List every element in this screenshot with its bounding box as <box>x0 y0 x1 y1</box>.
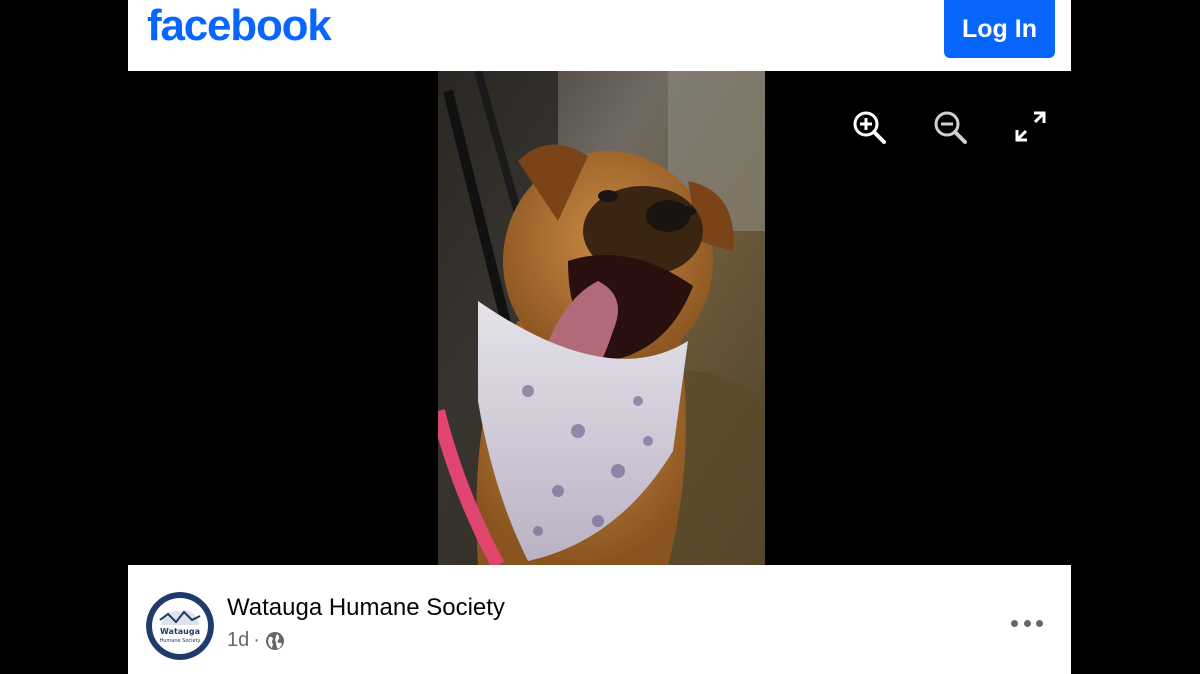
post-header: Watauga Humane Society Watauga Humane So… <box>128 565 1071 674</box>
more-dot-icon <box>1011 619 1018 627</box>
more-options-button[interactable] <box>1011 613 1043 633</box>
fullscreen-icon <box>1015 111 1046 142</box>
page-name-link[interactable]: Watauga Humane Society <box>227 594 505 622</box>
meta-separator: · <box>253 629 260 651</box>
svg-text:Humane Society: Humane Society <box>159 638 200 644</box>
post-photo[interactable] <box>438 71 765 565</box>
watauga-logo-image: Watauga Humane Society <box>146 592 214 660</box>
more-dot-icon <box>1023 619 1031 627</box>
svg-text:Watauga: Watauga <box>160 627 200 636</box>
zoom-in-button[interactable] <box>851 109 887 145</box>
page: facebook Log In Watauga Humane Society W… <box>0 0 1200 674</box>
photo-viewer <box>128 71 1071 565</box>
zoom-in-icon <box>853 111 886 144</box>
more-dot-icon <box>1036 619 1043 627</box>
top-bar: facebook Log In <box>128 0 1071 71</box>
fullscreen-button[interactable] <box>1013 109 1049 145</box>
facebook-logo[interactable]: facebook <box>147 0 332 54</box>
zoom-out-icon <box>934 111 967 144</box>
dog-photo-image <box>438 71 765 565</box>
globe-icon[interactable] <box>264 630 286 652</box>
post-meta: 1d · <box>227 629 286 652</box>
login-button[interactable]: Log In <box>944 0 1055 58</box>
viewer-toolbar <box>851 109 1049 145</box>
post-time[interactable]: 1d <box>227 629 249 652</box>
zoom-out-button[interactable] <box>932 109 968 145</box>
page-avatar[interactable]: Watauga Humane Society <box>146 592 214 660</box>
